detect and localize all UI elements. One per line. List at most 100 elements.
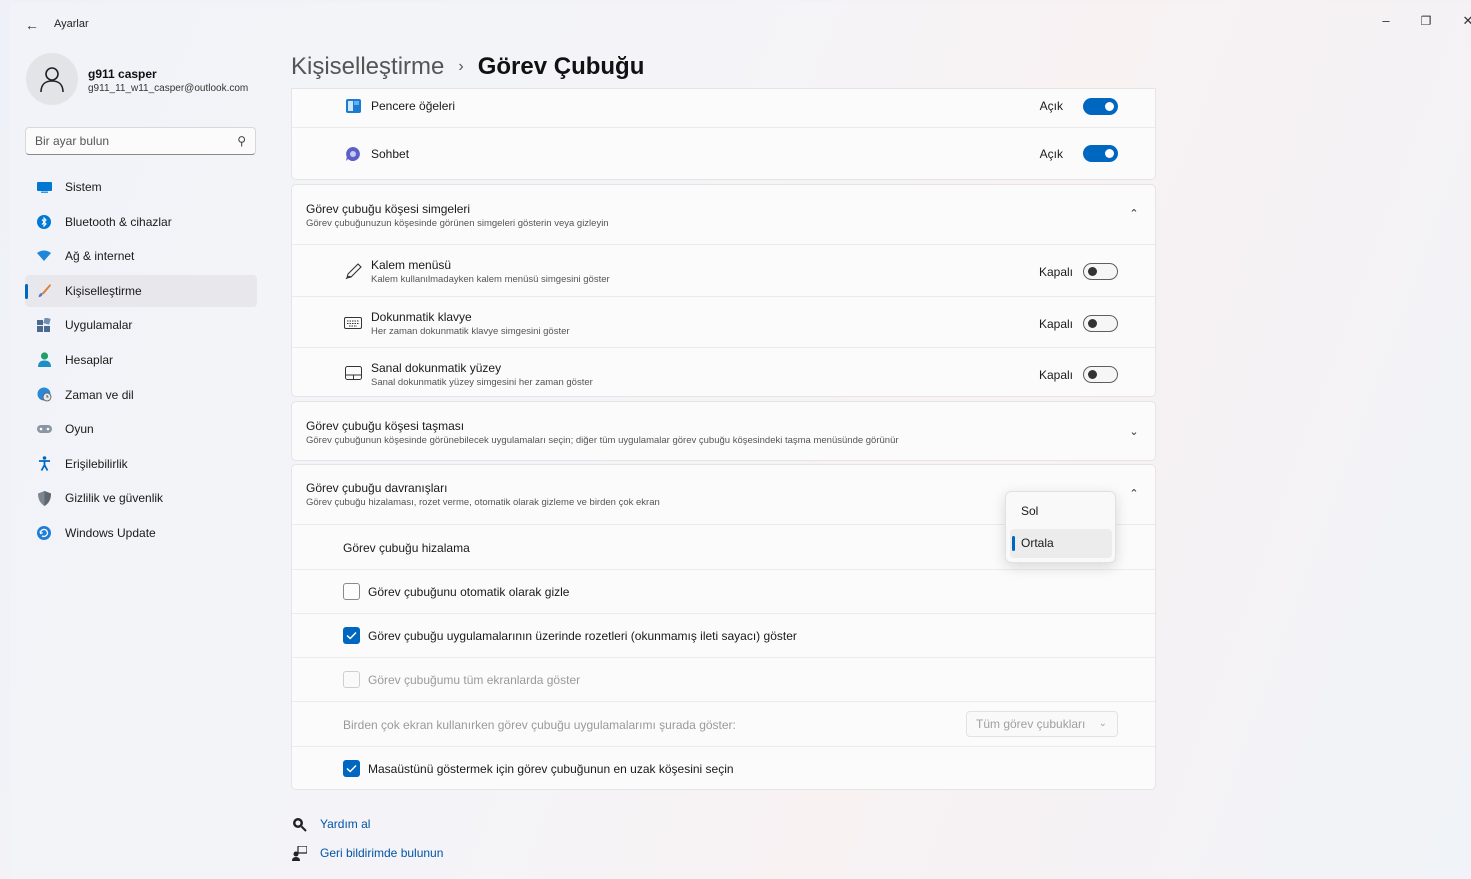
touch-keyboard-toggle[interactable] — [1083, 315, 1118, 332]
search-icon[interactable]: ⚲ — [237, 134, 246, 148]
section-description: Görev çubuğunun köşesinde görünebilecek … — [306, 435, 899, 446]
virtual-touchpad-toggle[interactable] — [1083, 366, 1118, 383]
wifi-icon — [36, 248, 52, 264]
sidebar-item-accounts[interactable]: Hesaplar — [25, 344, 257, 376]
alignment-option-left[interactable]: Sol — [1010, 497, 1112, 526]
sidebar-item-label: Windows Update — [65, 525, 156, 540]
chevron-down-icon: ⌄ — [1098, 718, 1107, 729]
taskbar-items-card: Pencere öğeleri Açık Sohbet Açık — [291, 88, 1156, 180]
breadcrumb-parent[interactable]: Kişiselleştirme — [291, 53, 444, 81]
chevron-up-icon[interactable]: ⌃ — [1127, 207, 1141, 221]
checkbox-label: Görev çubuğu uygulamalarının üzerinde ro… — [368, 629, 797, 643]
badges-checkbox[interactable] — [343, 627, 360, 644]
alignment-option-center[interactable]: Ortala — [1010, 529, 1112, 558]
all-displays-checkbox[interactable] — [343, 671, 360, 688]
checkbox-label: Görev çubuğunu otomatik olarak gizle — [368, 585, 570, 599]
breadcrumb-separator: › — [458, 58, 464, 75]
sidebar-item-label: Sistem — [65, 180, 102, 194]
monitor-icon — [36, 179, 52, 195]
all-displays-row: Görev çubuğumu tüm ekranlarda göster — [292, 657, 1155, 701]
section-title: Görev çubuğu köşesi simgeleri — [306, 202, 471, 216]
bluetooth-icon — [36, 214, 52, 230]
autohide-checkbox[interactable] — [343, 583, 360, 600]
widgets-icon — [343, 96, 363, 116]
corner-icons-header[interactable]: Görev çubuğu köşesi simgeleri Görev çubu… — [292, 185, 1155, 244]
page-title: Görev Çubuğu — [477, 53, 645, 80]
section-description: Görev çubuğu hizalaması, rozet verme, ot… — [306, 497, 660, 508]
sidebar-item-time-language[interactable]: Zaman ve dil — [25, 379, 257, 411]
avatar[interactable] — [26, 53, 78, 105]
multi-display-row: Birden çok ekran kullanırken görev çubuğ… — [292, 701, 1155, 746]
sidebar-nav: Sistem Bluetooth & cihazlar Ağ & interne… — [25, 171, 257, 552]
pen-icon — [343, 261, 363, 281]
sidebar-item-label: Gizlilik ve güvenlik — [65, 491, 164, 506]
settings-window: ← Ayarlar – ❐ ✕ g911 casper g911_11_w11_… — [10, 3, 1471, 879]
sidebar-item-network[interactable]: Ağ & internet — [25, 240, 257, 272]
update-icon — [36, 525, 52, 541]
person-outline-icon — [40, 67, 64, 93]
pen-menu-row: Kalem menüsü Kalem kullanılmadayken kale… — [292, 244, 1155, 296]
checkmark-icon — [346, 764, 357, 773]
minimize-button[interactable]: – — [1368, 9, 1404, 33]
row-description: Sanal dokunmatik yüzey simgesini her zam… — [371, 377, 593, 388]
corner-overflow-card[interactable]: Görev çubuğu köşesi taşması Görev çubuğu… — [291, 401, 1156, 461]
chat-icon — [343, 144, 363, 164]
multi-display-select[interactable]: Tüm görev çubukları ⌄ — [966, 711, 1118, 737]
checkmark-icon — [346, 631, 357, 640]
sidebar-item-apps[interactable]: Uygulamalar — [25, 309, 257, 341]
sidebar-item-label: Kişiselleştirme — [65, 283, 142, 298]
row-title: Sohbet — [371, 147, 410, 161]
user-name: g911 casper — [88, 67, 157, 81]
row-title: Sanal dokunmatik yüzey — [371, 361, 502, 375]
feedback-link-label: Geri bildirimde bulunun — [320, 846, 444, 860]
sidebar-item-accessibility[interactable]: Erişilebilirlik — [25, 448, 257, 480]
alignment-dropdown-menu: Sol Ortala — [1005, 491, 1116, 563]
search-box[interactable]: ⚲ — [25, 127, 256, 155]
accessibility-icon — [36, 456, 52, 472]
back-arrow-icon[interactable]: ← — [22, 15, 42, 35]
sidebar-item-gaming[interactable]: Oyun — [25, 413, 257, 445]
section-title: Görev çubuğu davranışları — [306, 481, 448, 495]
app-title: Ayarlar — [54, 18, 89, 30]
globe-clock-icon — [36, 387, 52, 403]
sidebar-item-personalization[interactable]: Kişiselleştirme — [25, 274, 257, 307]
sidebar-item-label: Oyun — [65, 422, 94, 437]
chevron-down-icon[interactable]: ⌄ — [1127, 425, 1141, 439]
toggle-state-label: Kapalı — [1038, 265, 1073, 279]
help-search-icon — [291, 816, 307, 832]
row-description: Her zaman dokunmatik klavye simgesini gö… — [371, 326, 570, 337]
help-link-label: Yardım al — [320, 817, 371, 831]
taskbar-item-row-chat: Sohbet Açık — [292, 127, 1155, 179]
toggle-state-label: Açık — [1039, 99, 1063, 113]
sidebar-item-label: Bluetooth & cihazlar — [65, 214, 172, 229]
gamepad-icon — [36, 421, 52, 437]
feedback-link[interactable]: Geri bildirimde bulunun — [291, 845, 443, 861]
row-title: Pencere öğeleri — [371, 99, 456, 113]
row-description: Kalem kullanılmadayken kalem menüsü simg… — [371, 274, 610, 285]
virtual-touchpad-row: Sanal dokunmatik yüzey Sanal dokunmatik … — [292, 347, 1155, 397]
title-bar: ← Ayarlar – ❐ ✕ — [10, 3, 1471, 43]
checkbox-label: Masaüstünü göstermek için görev çubuğunu… — [368, 762, 734, 776]
sidebar-item-label: Ağ & internet — [65, 249, 135, 264]
chevron-up-icon[interactable]: ⌃ — [1127, 487, 1141, 501]
widgets-toggle[interactable] — [1083, 98, 1118, 115]
sidebar-item-bluetooth[interactable]: Bluetooth & cihazlar — [25, 206, 257, 238]
badges-row: Görev çubuğu uygulamalarının üzerinde ro… — [292, 613, 1155, 657]
feedback-icon — [291, 845, 307, 861]
pen-menu-toggle[interactable] — [1083, 263, 1118, 280]
sidebar-item-privacy[interactable]: Gizlilik ve güvenlik — [25, 482, 257, 514]
help-link[interactable]: Yardım al — [291, 816, 370, 832]
select-value: Tüm görev çubukları — [976, 717, 1086, 731]
sidebar-item-sistem[interactable]: Sistem — [25, 171, 257, 203]
chat-toggle[interactable] — [1083, 145, 1118, 162]
restore-button[interactable]: ❐ — [1408, 9, 1444, 33]
toggle-state-label: Açık — [1039, 147, 1063, 161]
close-button[interactable]: ✕ — [1450, 9, 1471, 33]
breadcrumb: Kişiselleştirme › Görev Çubuğu — [291, 53, 644, 81]
far-corner-checkbox[interactable] — [343, 760, 360, 777]
sidebar-item-label: Hesaplar — [65, 352, 114, 367]
sidebar-item-windows-update[interactable]: Windows Update — [25, 517, 257, 549]
touchpad-icon — [343, 363, 363, 383]
search-input[interactable] — [26, 128, 216, 154]
multi-display-label: Birden çok ekran kullanırken görev çubuğ… — [343, 718, 736, 732]
